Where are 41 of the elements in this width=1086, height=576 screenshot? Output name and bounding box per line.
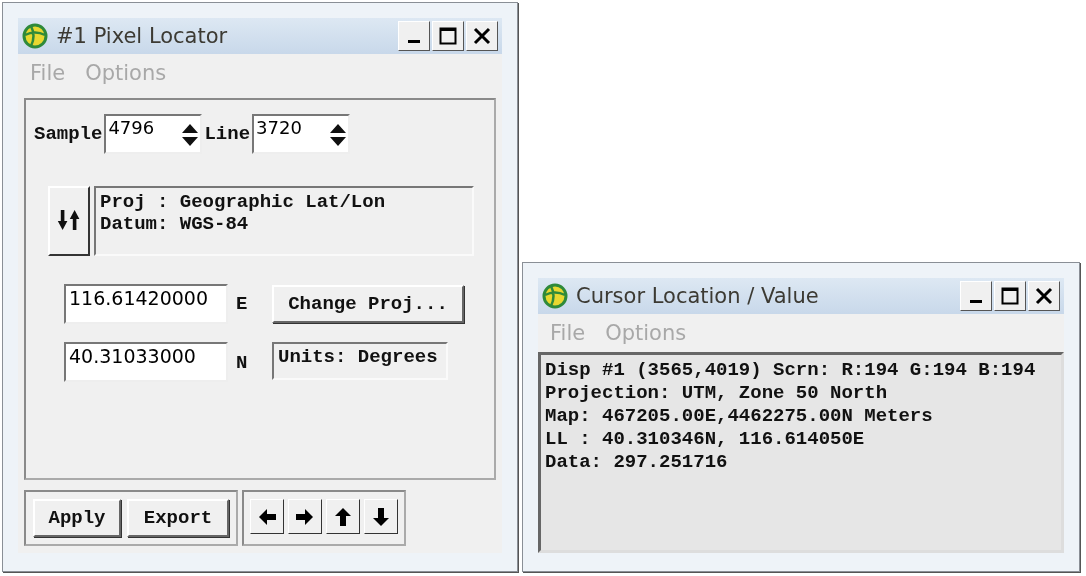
info-line: Data: 297.251716	[545, 451, 729, 474]
arrow-button[interactable]	[326, 499, 360, 534]
maximize-button[interactable]	[994, 281, 1026, 311]
easting-suffix: E	[235, 293, 249, 315]
units-text: Units: Degrees	[278, 346, 439, 368]
change-projection-button[interactable]: Change Proj...	[272, 285, 464, 323]
window-title: #1 Pixel Locator	[56, 24, 229, 48]
action-button[interactable]: Apply	[33, 499, 121, 537]
minimize-button[interactable]	[398, 21, 430, 51]
window-title: Cursor Location / Value	[576, 284, 820, 308]
action-button[interactable]: Export	[127, 499, 229, 537]
northing-field[interactable]: 40.31033000	[64, 342, 228, 382]
arrow-button[interactable]	[364, 499, 398, 534]
maximize-icon	[1001, 287, 1019, 305]
globe-icon	[542, 283, 568, 309]
projection-text: Datum: WGS-84	[100, 213, 250, 235]
minimize-icon	[408, 39, 420, 43]
info-line: Projection: UTM, Zone 50 North	[545, 382, 889, 405]
arrow-button[interactable]	[288, 499, 322, 534]
northing-suffix: N	[235, 351, 249, 374]
info-line: Map: 467205.00E,4462275.00N Meters	[545, 405, 934, 428]
line-field[interactable]: 3720	[252, 114, 351, 154]
close-button[interactable]	[1028, 281, 1060, 311]
maximize-icon	[439, 27, 457, 45]
projection-text: Proj : Geographic Lat/Lon	[100, 191, 387, 213]
arrow-button[interactable]	[250, 499, 284, 534]
close-button[interactable]	[466, 21, 498, 51]
sample-label: Sample	[34, 123, 103, 145]
close-icon	[1035, 287, 1053, 305]
sample-field[interactable]: 4796	[104, 114, 203, 154]
swap-arrows-icon	[56, 209, 82, 233]
info-line: LL : 40.310346N, 116.614050E	[545, 428, 866, 451]
info-line: Disp #1 (3565,4019) Scrn: R:194 G:194 B:194	[545, 359, 1037, 382]
globe-icon	[22, 23, 48, 49]
easting-field[interactable]: 116.61420000	[64, 284, 228, 324]
minimize-button[interactable]	[960, 281, 992, 311]
maximize-button[interactable]	[432, 21, 464, 51]
line-label: Line	[204, 123, 251, 145]
close-icon	[473, 27, 491, 45]
swap-button[interactable]	[48, 186, 90, 256]
minimize-icon	[970, 299, 982, 303]
